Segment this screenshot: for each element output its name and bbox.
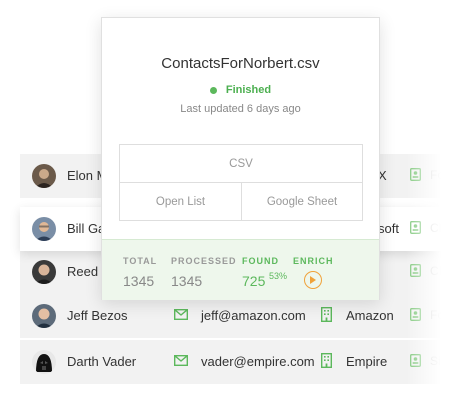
- contact-card-icon: [410, 264, 421, 277]
- enrich-label: ENRICH: [293, 256, 334, 266]
- found-percentage: 53%: [269, 271, 288, 281]
- contact-name: Reed: [67, 264, 99, 279]
- company-name: soft: [378, 221, 399, 236]
- contact-card-icon: [410, 354, 421, 367]
- contact-name: Darth Vader: [67, 354, 137, 369]
- file-name: ContactsForNorbert.csv: [161, 55, 320, 72]
- found-value: 725: [242, 273, 266, 289]
- company-name: Empire: [346, 354, 388, 369]
- total-value: 1345: [123, 273, 155, 289]
- total-label: TOTAL: [123, 256, 158, 266]
- industry-label: Ch: [430, 221, 446, 235]
- processed-value: 1345: [171, 273, 203, 289]
- export-options: CSV Open List Google Sheet: [119, 144, 363, 221]
- file-status-popup: ContactsForNorbert.csv Finished Last upd…: [101, 17, 380, 300]
- contact-email[interactable]: jeff@amazon.com: [201, 308, 306, 323]
- contact-name: Bill Ga: [67, 221, 106, 236]
- avatar: [32, 350, 56, 374]
- company-name: Amazon: [346, 308, 394, 323]
- status-dot-icon: [209, 86, 217, 94]
- industry-label: Sith: [430, 354, 450, 368]
- google-sheet-button[interactable]: Google Sheet: [242, 183, 362, 220]
- last-updated: Last updated 6 days ago: [180, 103, 301, 115]
- open-list-button[interactable]: Open List: [120, 183, 242, 220]
- envelope-icon: [174, 309, 188, 320]
- envelope-icon: [174, 355, 188, 366]
- status-badge: Finished: [225, 84, 272, 96]
- industry-label: CE: [430, 264, 447, 278]
- avatar: [32, 304, 56, 328]
- status-row: Finished: [102, 84, 379, 96]
- contact-name: Jeff Bezos: [67, 308, 128, 323]
- play-circle-icon[interactable]: [304, 271, 322, 289]
- avatar: [32, 217, 56, 241]
- avatar: [32, 260, 56, 284]
- found-label: FOUND: [242, 256, 279, 266]
- contact-email[interactable]: vader@empire.com: [201, 354, 315, 369]
- csv-button[interactable]: CSV: [120, 145, 362, 183]
- table-row[interactable]: Darth Vader vader@empire.com Empire Sith: [20, 340, 450, 384]
- industry-label: Fo: [430, 308, 445, 322]
- table-row[interactable]: Jeff Bezos jeff@amazon.com Amazon Fo: [20, 294, 450, 338]
- stats-bar: TOTAL 1345 PROCESSED 1345 FOUND 725 53% …: [102, 239, 379, 300]
- avatar: [32, 164, 56, 188]
- building-icon: [321, 307, 332, 322]
- processed-label: PROCESSED: [171, 256, 237, 266]
- contact-card-icon: [410, 221, 421, 234]
- industry-label: Fo: [430, 168, 445, 182]
- contact-card-icon: [410, 308, 421, 321]
- contact-card-icon: [410, 168, 421, 181]
- building-icon: [321, 353, 332, 368]
